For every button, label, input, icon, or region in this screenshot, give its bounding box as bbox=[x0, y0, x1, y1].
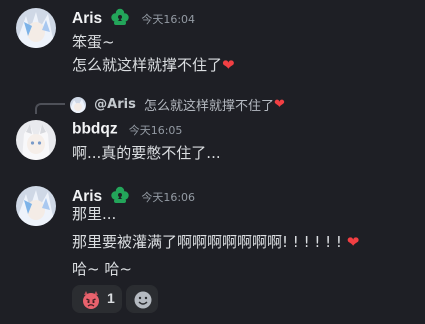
timestamp: 今天16:05 bbox=[128, 123, 183, 137]
reply-preview[interactable]: @Aris 怎么就这样就撑不住了❤ bbox=[70, 95, 285, 114]
message-text: 怎么就这样就撑不住了 bbox=[72, 56, 223, 74]
avatar-aris[interactable] bbox=[16, 186, 56, 226]
reaction-angry-face[interactable]: 1 bbox=[72, 285, 122, 313]
message-header: bbdqz 今天16:05 bbox=[72, 119, 182, 139]
message-text-row: 那里要被灌满了啊啊啊啊啊啊啊! ! ! ! ! ! ❤ bbox=[72, 231, 359, 253]
reply-username[interactable]: @Aris bbox=[94, 97, 136, 112]
message-text: 哈~ 哈~ bbox=[72, 260, 132, 278]
avatar-aris[interactable] bbox=[16, 8, 56, 48]
timestamp: 今天16:04 bbox=[141, 13, 196, 26]
reply-spine bbox=[35, 103, 65, 114]
angry-face-with-horns-icon bbox=[81, 290, 101, 314]
message-text: 啊...真的要憋不住了... bbox=[72, 144, 221, 162]
username[interactable]: Aris bbox=[72, 10, 102, 27]
shamrock-badge-icon bbox=[110, 7, 130, 31]
reply-avatar bbox=[70, 96, 86, 113]
add-reaction-icon bbox=[133, 290, 153, 314]
heart-icon: ❤ bbox=[222, 56, 235, 74]
reply-text: 怎么就这样就撑不住了 bbox=[143, 99, 274, 114]
message-text-row: 怎么就这样就撑不住了❤ bbox=[72, 54, 235, 76]
heart-icon: ❤ bbox=[346, 233, 360, 251]
message-text: 笨蛋~ bbox=[72, 33, 115, 51]
username[interactable]: bbdqz bbox=[72, 121, 118, 138]
add-reaction-button[interactable] bbox=[126, 285, 158, 313]
message-text: 那里... bbox=[72, 205, 117, 223]
timestamp: 今天16:06 bbox=[141, 191, 196, 204]
avatar-bbdqz[interactable] bbox=[16, 120, 56, 160]
message-header: Aris 今天16:04 bbox=[72, 7, 195, 31]
message-text: 那里要被灌满了啊啊啊啊啊啊啊! ! ! ! ! ! bbox=[72, 233, 342, 251]
reaction-count: 1 bbox=[107, 290, 115, 306]
heart-icon: ❤ bbox=[273, 97, 285, 112]
